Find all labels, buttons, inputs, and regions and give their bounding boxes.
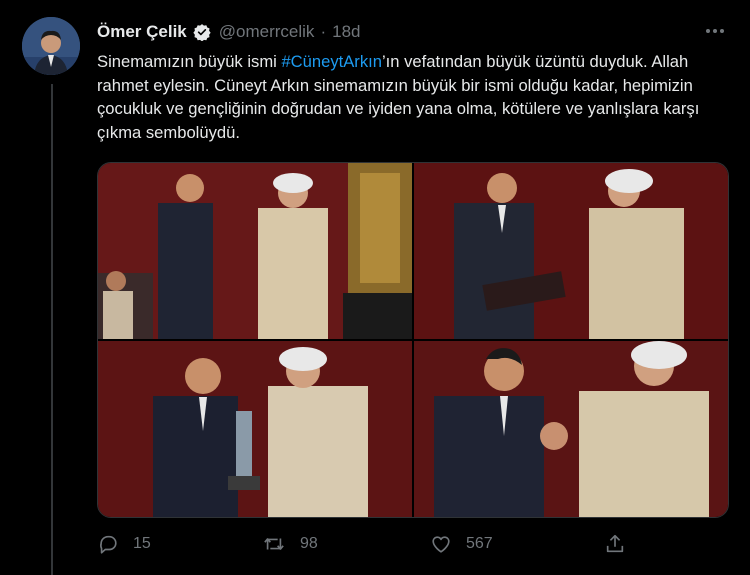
reply-button[interactable]: 15 — [97, 531, 151, 557]
share-button[interactable] — [604, 531, 640, 557]
tweet-text-before: Sinemamızın büyük ismi — [97, 52, 282, 71]
like-button[interactable]: 567 — [430, 531, 493, 557]
photo-2[interactable] — [414, 163, 728, 339]
retweet-icon — [264, 538, 284, 550]
share-icon — [606, 534, 624, 553]
photo-1[interactable] — [98, 163, 412, 339]
avatar[interactable] — [22, 17, 80, 75]
action-bar: 15 98 567 — [97, 531, 637, 557]
heart-icon — [432, 536, 450, 553]
photo-4[interactable] — [414, 341, 728, 517]
media-grid — [97, 162, 729, 518]
thread-line — [51, 84, 53, 575]
author-name[interactable]: Ömer Çelik — [97, 22, 187, 42]
like-count: 567 — [466, 535, 493, 552]
more-icon[interactable] — [702, 18, 728, 44]
tweet-header: Ömer Çelik @omerrcelik · 18d — [97, 20, 360, 44]
reply-icon — [100, 535, 117, 554]
tweet-text: Sinemamızın büyük ismi #CüneytArkın’ın v… — [97, 50, 737, 144]
hashtag-link[interactable]: #CüneytArkın — [281, 52, 382, 71]
verified-badge-icon — [193, 23, 211, 41]
retweet-count: 98 — [300, 535, 318, 552]
retweet-button[interactable]: 98 — [262, 531, 318, 557]
photo-3[interactable] — [98, 341, 412, 517]
separator-dot: · — [320, 22, 327, 41]
reply-count: 15 — [133, 535, 151, 552]
tweet-timestamp[interactable]: 18d — [332, 22, 360, 42]
author-handle[interactable]: @omerrcelik — [219, 22, 315, 42]
